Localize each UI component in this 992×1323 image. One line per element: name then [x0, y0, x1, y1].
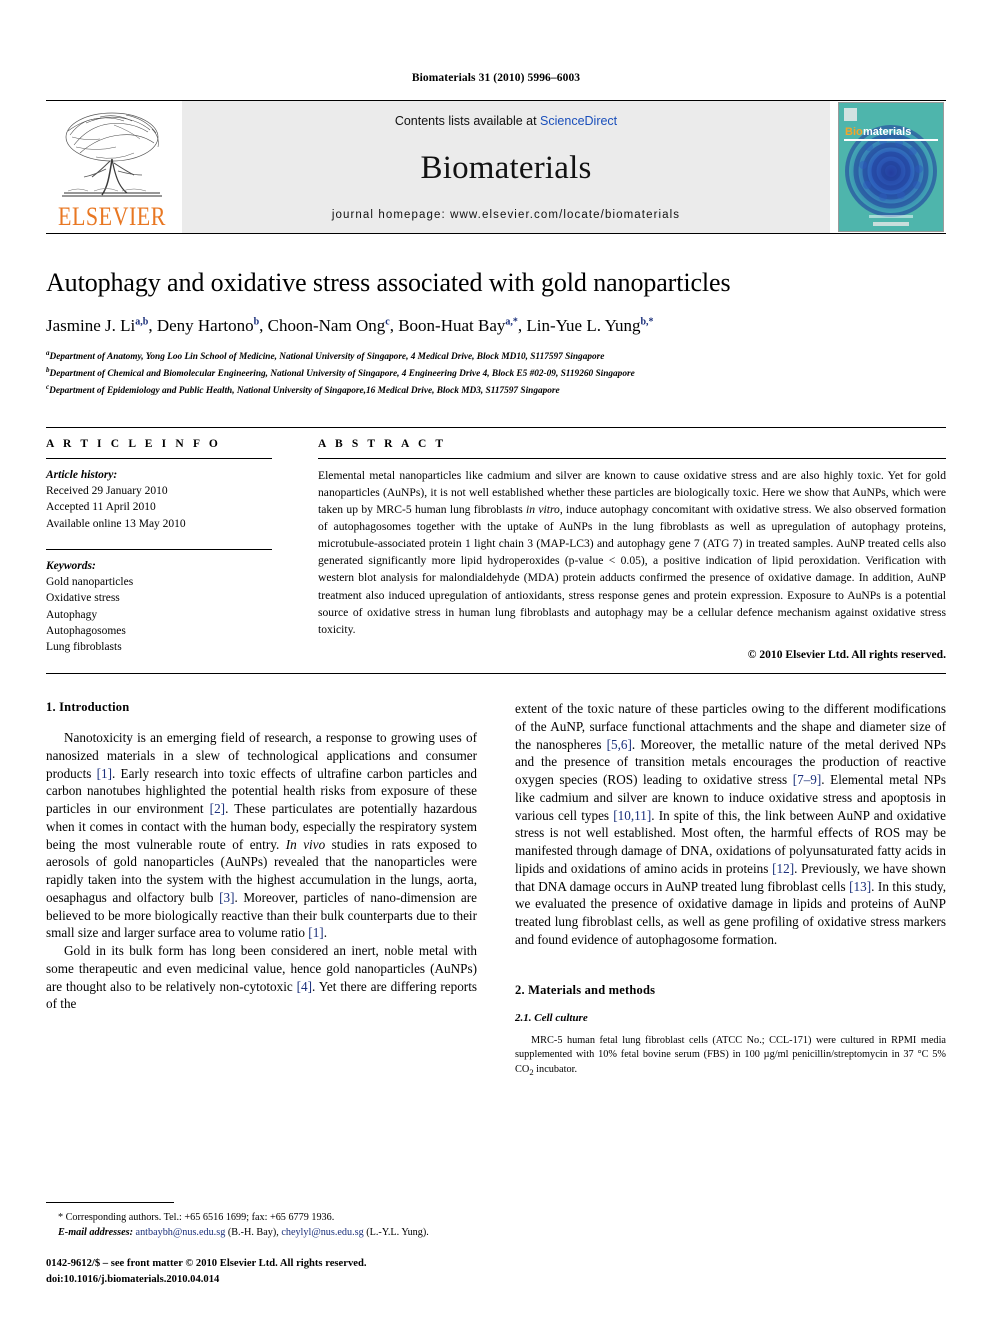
citation-ref-2[interactable]: [2]	[210, 801, 225, 816]
footnote-rule	[46, 1201, 174, 1203]
heading-materials-methods: 2. Materials and methods	[515, 982, 656, 997]
citation-ref-7-9[interactable]: [7–9]	[793, 772, 822, 787]
corresponding-line: * Corresponding authors. Tel.: +65 6516 …	[58, 1211, 335, 1223]
history-online: Available online 13 May 2010	[46, 517, 186, 530]
heading-cell-culture: 2.1. Cell culture	[515, 1011, 588, 1024]
citation-ref-1b[interactable]: [1]	[308, 925, 323, 940]
svg-text:materials: materials	[863, 126, 911, 138]
author-1: Deny Hartonob,	[156, 315, 268, 335]
email-link-bay[interactable]: antbaybh@nus.edu.sg	[136, 1227, 226, 1238]
citation-ref-5-6[interactable]: [5,6]	[607, 737, 632, 752]
history-received: Received 29 January 2010	[46, 484, 168, 497]
citation-ref-12[interactable]: [12]	[772, 861, 794, 876]
body-columns: 1. Introduction Nanotoxicity is an emerg…	[46, 700, 946, 1078]
abstract-bottom-rule	[46, 673, 946, 675]
intro-paragraph-1: Nanotoxicity is an emerging field of res…	[46, 730, 478, 941]
info-abstract-block: A R T I C L E I N F O Article history: R…	[46, 426, 946, 662]
author-list: Jasmine J. Lia,b, Deny Hartonob, Choon-N…	[46, 315, 946, 337]
keyword-1: Oxidative stress	[46, 592, 120, 605]
keyword-4: Lung fibroblasts	[46, 641, 122, 654]
footnote-block: * Corresponding authors. Tel.: +65 6516 …	[46, 1201, 496, 1287]
intro-in-vivo: In vivo	[285, 836, 326, 852]
author-4: Lin-Yue L. Yungb,*	[526, 315, 654, 335]
issn-line: 0142-9612/$ – see front matter © 2010 El…	[46, 1258, 367, 1270]
keyword-3: Autophagosomes	[46, 625, 126, 638]
history-accepted: Accepted 11 April 2010	[46, 501, 156, 514]
email-link-yung[interactable]: cheylyl@nus.edu.sg	[281, 1227, 363, 1238]
intro-paragraph-3: extent of the toxic nature of these part…	[515, 701, 947, 947]
body-column-right: extent of the toxic nature of these part…	[515, 700, 946, 1078]
masthead-center: Contents lists available at ScienceDirec…	[182, 101, 830, 233]
page-title: Autophagy and oxidative stress associate…	[46, 268, 731, 297]
abstract-copyright: © 2010 Elsevier Ltd. All rights reserved…	[747, 648, 946, 662]
journal-masthead: ELSEVIER Contents lists available at Sci…	[46, 100, 946, 233]
article-info-rule	[46, 457, 272, 459]
cover-moire-pattern: Bio materials	[839, 103, 943, 231]
article-info-label: A R T I C L E I N F O	[46, 437, 221, 450]
keyword-2: Autophagy	[46, 608, 98, 621]
author-2: Choon-Nam Ongc,	[267, 315, 399, 335]
abstract-label: A B S T R A C T	[318, 437, 447, 450]
elsevier-logo: ELSEVIER	[46, 101, 178, 233]
affiliation-b: bDepartment of Chemical and Biomolecular…	[46, 365, 635, 379]
article-info-column: A R T I C L E I N F O Article history: R…	[46, 438, 290, 662]
abstract-text: Elemental metal nanoparticles like cadmi…	[318, 467, 946, 639]
affiliation-c: cDepartment of Epidemiology and Public H…	[46, 382, 560, 396]
citation-ref-3[interactable]: [3]	[219, 890, 234, 905]
keywords-block: Keywords: Gold nanoparticles Oxidative s…	[46, 558, 272, 656]
elsevier-tree-icon	[62, 112, 162, 197]
abstract-part-2: , induce autophagy concomitant with oxid…	[318, 502, 946, 636]
issn-copyright-block: 0142-9612/$ – see front matter © 2010 El…	[46, 1256, 496, 1287]
abstract-rule	[318, 457, 946, 459]
body-column-left: 1. Introduction Nanotoxicity is an emerg…	[46, 700, 477, 1078]
author-4-affil-mark: b,*	[640, 316, 654, 328]
sciencedirect-link[interactable]: ScienceDirect	[540, 114, 617, 128]
cell-culture-paragraph: MRC-5 human fetal lung fibroblast cells …	[515, 1034, 946, 1077]
article-first-page: Biomaterials 31 (2010) 5996–6003 ELSEVIE…	[0, 0, 992, 1323]
contents-available-line: Contents lists available at ScienceDirec…	[395, 114, 617, 128]
masthead-bottom-rule	[46, 233, 946, 234]
article-history-heading: Article history:	[46, 468, 118, 481]
elsevier-wordmark: ELSEVIER	[58, 201, 166, 232]
abstract-column: A B S T R A C T Elemental metal nanopart…	[290, 437, 946, 662]
journal-homepage-link[interactable]: journal homepage: www.elsevier.com/locat…	[332, 209, 680, 221]
citation-ref-13[interactable]: [13]	[849, 879, 871, 894]
cover-artwork: Bio materials	[838, 102, 944, 232]
affiliation-a: aDepartment of Anatomy, Yong Loo Lin Sch…	[46, 348, 605, 363]
svg-text:Bio: Bio	[845, 126, 863, 138]
heading-introduction: 1. Introduction	[46, 700, 130, 715]
author-0: Jasmine J. Lia,b,	[46, 315, 157, 335]
author-3: Boon-Huat Baya,*,	[398, 315, 527, 335]
author-0-affil-mark: a,b	[135, 316, 149, 328]
abstract-in-vitro: in vitro	[526, 502, 560, 516]
journal-cover-thumbnail[interactable]: Bio materials	[836, 101, 946, 233]
keywords-rule	[46, 548, 272, 550]
journal-title: Biomaterials	[420, 150, 592, 186]
doi-line[interactable]: doi:10.1016/j.biomaterials.2010.04.014	[46, 1272, 496, 1287]
citation-ref-1[interactable]: [1]	[97, 766, 112, 781]
email-line: E-mail addresses: antbaybh@nus.edu.sg (B…	[46, 1225, 496, 1240]
contents-prefix: Contents lists available at	[394, 114, 541, 128]
keyword-0: Gold nanoparticles	[46, 576, 134, 589]
citation-ref-10-11[interactable]: [10,11]	[613, 808, 651, 823]
author-3-affil-mark: a,*	[505, 316, 518, 328]
article-history: Article history: Received 29 January 201…	[46, 467, 272, 532]
running-head: Biomaterials 31 (2010) 5996–6003	[411, 72, 581, 84]
intro-paragraph-2: Gold in its bulk form has long been cons…	[46, 943, 477, 1012]
email-label: E-mail addresses:	[58, 1226, 133, 1238]
corresponding-author-note: * Corresponding authors. Tel.: +65 6516 …	[46, 1210, 496, 1241]
citation-ref-4[interactable]: [4]	[297, 979, 312, 994]
keywords-heading: Keywords:	[46, 559, 96, 572]
affiliation-list: aDepartment of Anatomy, Yong Loo Lin Sch…	[46, 348, 946, 399]
